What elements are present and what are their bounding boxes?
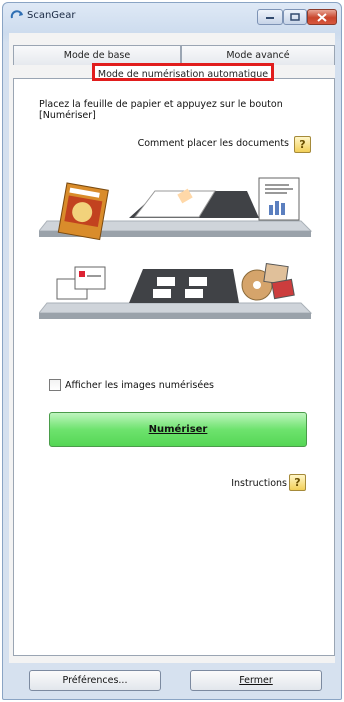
scan-button[interactable]: Numériser <box>49 412 307 447</box>
close-label: Fermer <box>239 675 273 686</box>
show-images-label: Afficher les images numérisées <box>65 379 214 391</box>
help-icon[interactable]: ? <box>294 136 311 153</box>
how-to-place-label: Comment placer les documents <box>137 138 289 149</box>
maximize-icon <box>290 13 300 21</box>
show-images-checkbox[interactable] <box>49 379 61 391</box>
document-types-illustration-top <box>39 177 313 241</box>
maximize-button[interactable] <box>283 9 307 25</box>
client-area: Mode de base Mode avancé Mode de numéris… <box>9 33 335 663</box>
close-button[interactable]: Fermer <box>190 670 322 691</box>
instruction-text: Placez la feuille de papier et appuyez s… <box>39 99 283 121</box>
instructions-link[interactable]: Instructions <box>231 478 287 489</box>
instructions-label: Instructions <box>231 478 287 489</box>
show-images-option[interactable]: Afficher les images numérisées <box>49 379 214 391</box>
how-to-place-link[interactable]: Comment placer les documents <box>138 138 289 149</box>
preferences-label: Préférences... <box>62 675 128 686</box>
scangear-window: ScanGear Mode de base Mode avancé Mode d… <box>2 2 342 700</box>
tab-advanced-mode[interactable]: Mode avancé <box>181 45 335 65</box>
minimize-icon <box>266 17 274 19</box>
preferences-button[interactable]: Préférences... <box>29 670 161 691</box>
close-icon <box>317 12 327 22</box>
scangear-logo-icon <box>10 10 23 19</box>
scan-button-label: Numériser <box>148 424 208 435</box>
tab-basic-mode[interactable]: Mode de base <box>13 45 181 65</box>
tab-auto-scan-mode[interactable]: Mode de numérisation automatique <box>92 63 274 81</box>
minimize-button[interactable] <box>257 9 283 25</box>
title-bar: ScanGear <box>3 3 341 29</box>
auto-scan-panel <box>13 78 335 656</box>
close-window-button[interactable] <box>307 9 337 25</box>
window-title: ScanGear <box>27 10 76 21</box>
document-types-illustration-bottom <box>39 262 313 319</box>
help-icon[interactable]: ? <box>289 474 306 491</box>
